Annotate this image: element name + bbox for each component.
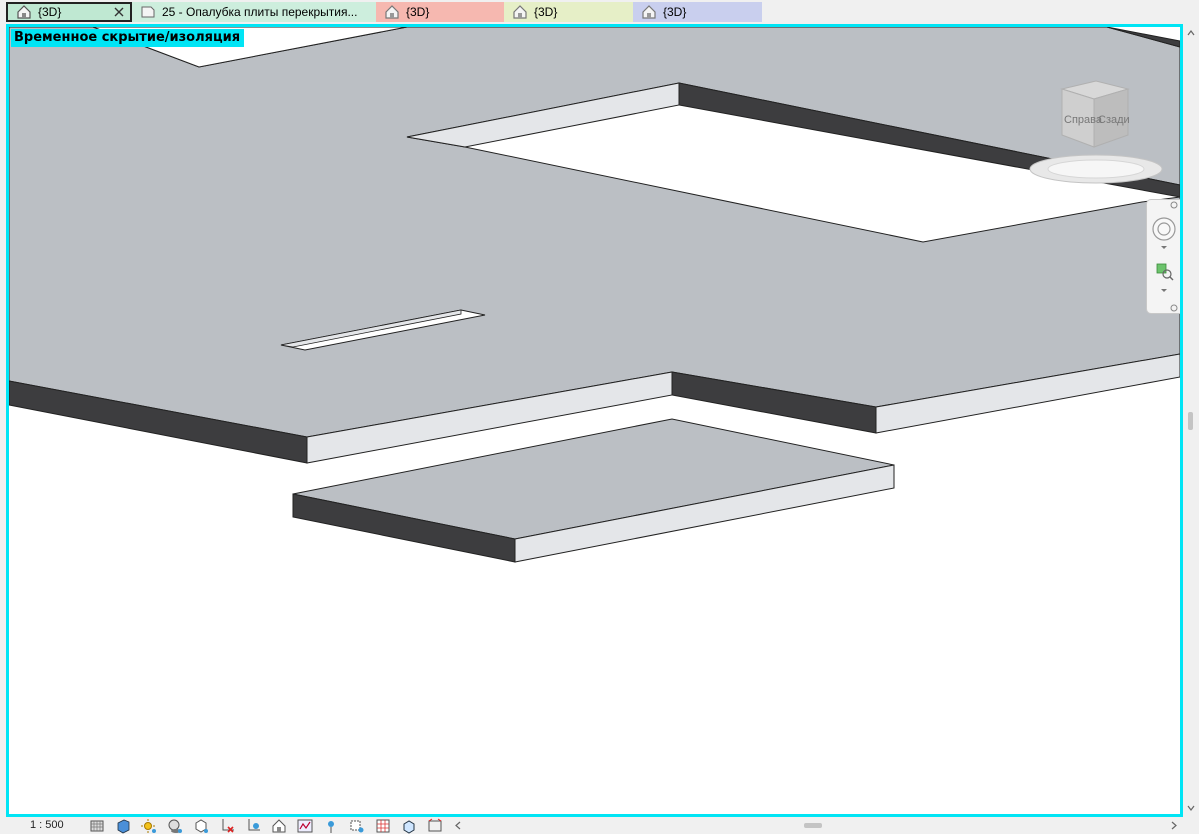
tab-sheet[interactable]: 25 - Опалубка плиты перекрытия... bbox=[132, 2, 376, 22]
analytical-model-icon[interactable] bbox=[323, 818, 339, 834]
worksharing-icon[interactable] bbox=[375, 818, 391, 834]
sun-path-icon[interactable] bbox=[141, 818, 157, 834]
crop-view-icon[interactable] bbox=[193, 818, 209, 834]
slab-top-face[interactable] bbox=[9, 27, 1180, 438]
tab-label: {3D} bbox=[38, 5, 62, 19]
tab-3d-active[interactable]: {3D} bbox=[6, 2, 132, 22]
revit-window: {3D} 25 - Опалубка плиты перекрытия... {… bbox=[0, 0, 1199, 834]
temporary-hide-icon[interactable] bbox=[271, 818, 287, 834]
3d-house-icon bbox=[17, 5, 31, 19]
tab-label: {3D} bbox=[406, 5, 430, 19]
view-control-bar: 1 : 500 bbox=[0, 817, 1199, 834]
tab-3d-4[interactable]: {3D} bbox=[633, 2, 762, 22]
vertical-scrollbar[interactable] bbox=[1183, 24, 1199, 817]
chevron-down-icon[interactable] bbox=[1161, 246, 1167, 249]
unlock-view-icon[interactable] bbox=[245, 818, 261, 834]
design-options-icon[interactable] bbox=[401, 818, 417, 834]
close-icon[interactable] bbox=[112, 5, 126, 19]
detail-level-icon[interactable] bbox=[89, 818, 105, 834]
horizontal-scroll-thumb[interactable] bbox=[804, 823, 822, 828]
3d-house-icon bbox=[513, 5, 527, 19]
steering-wheel-icon[interactable] bbox=[1152, 217, 1176, 241]
zoom-region-icon[interactable] bbox=[1156, 263, 1174, 281]
tab-label: {3D} bbox=[534, 5, 558, 19]
model-canvas[interactable] bbox=[9, 27, 1180, 814]
horizontal-scrollbar[interactable] bbox=[452, 818, 1182, 833]
vertical-scroll-thumb[interactable] bbox=[1188, 412, 1193, 430]
tab-3d-2[interactable]: {3D} bbox=[376, 2, 504, 22]
3d-house-icon bbox=[385, 5, 399, 19]
scroll-right-icon[interactable] bbox=[1170, 821, 1178, 830]
visual-style-icon[interactable] bbox=[115, 818, 131, 834]
scroll-up-icon[interactable] bbox=[1187, 29, 1195, 37]
3d-house-icon bbox=[642, 5, 656, 19]
tab-3d-3[interactable]: {3D} bbox=[504, 2, 633, 22]
highlight-icon[interactable] bbox=[349, 818, 365, 834]
tab-label: 25 - Опалубка плиты перекрытия... bbox=[162, 5, 358, 19]
shadows-icon[interactable] bbox=[167, 818, 183, 834]
sheet-icon bbox=[141, 6, 155, 18]
view-cube-back-label: Сзади bbox=[1098, 114, 1130, 126]
temporary-hide-isolate-label: Временное скрытие/изоляция bbox=[11, 29, 245, 47]
navigation-bar bbox=[1146, 199, 1180, 314]
view-scale[interactable]: 1 : 500 bbox=[30, 819, 64, 831]
tab-label: {3D} bbox=[663, 5, 687, 19]
3d-viewport[interactable]: Временное скрытие/изоляция Справа Сзади bbox=[6, 24, 1183, 817]
chevron-down-icon[interactable] bbox=[1161, 289, 1167, 292]
reveal-hidden-icon[interactable] bbox=[297, 818, 313, 834]
scroll-left-icon[interactable] bbox=[454, 821, 462, 830]
section-box-icon[interactable] bbox=[427, 818, 443, 834]
hide-crop-icon[interactable] bbox=[219, 818, 235, 834]
close-navbar-icon[interactable] bbox=[1170, 201, 1178, 209]
scroll-down-icon[interactable] bbox=[1187, 804, 1195, 812]
view-tab-bar: {3D} 25 - Опалубка плиты перекрытия... {… bbox=[0, 0, 1199, 24]
navbar-options-icon[interactable] bbox=[1170, 304, 1178, 312]
view-cube[interactable]: Справа Сзади bbox=[1028, 77, 1168, 187]
